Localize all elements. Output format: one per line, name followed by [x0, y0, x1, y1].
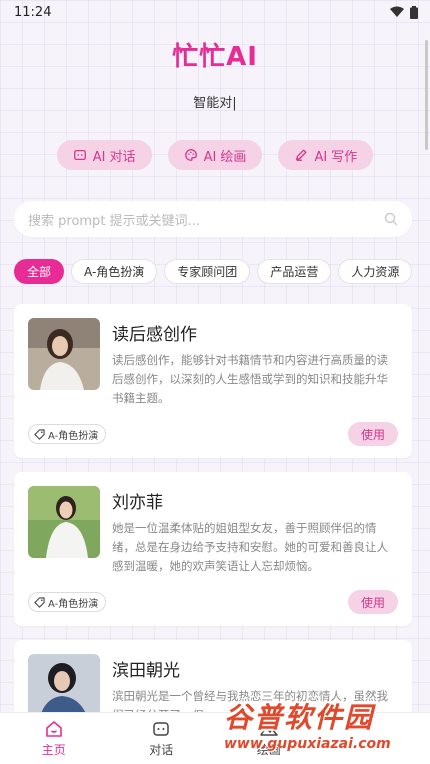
card-description: 读后感创作，能够针对书籍情节和内容进行高质量的读后感创作，以深刻的人生感悟或学到… [112, 353, 388, 405]
status-time: 11:24 [14, 4, 52, 20]
search-icon[interactable] [384, 212, 398, 226]
card-avatar [28, 486, 100, 558]
scrollbar[interactable] [425, 40, 428, 150]
ai-chat-label: AI 对话 [92, 149, 136, 165]
card-title: 读后感创作 [112, 325, 197, 345]
home-icon [45, 720, 62, 737]
chip-hr[interactable]: 人力资源 [338, 259, 413, 284]
card-tag-label: A-角色扮演 [48, 430, 99, 442]
chat-bubble-icon [153, 721, 169, 736]
card-tag: A-角色扮演 [28, 424, 107, 444]
card-tag-label: A-角色扮演 [48, 598, 99, 610]
tag-icon [34, 428, 45, 440]
card-description: 她是一位温柔体贴的姐姐型女友，善于照顾伴侣的情绪，总是在身边给予支持和安慰。她的… [112, 521, 388, 573]
search-placeholder: 搜索 prompt 提示或关键词... [28, 213, 200, 229]
prompt-card-list: 读后感创作 读后感创作，能够针对书籍情节和内容进行高质量的读后感创作，以深刻的人… [0, 304, 430, 764]
card-tag: A-角色扮演 [28, 592, 107, 612]
ai-draw-button[interactable]: AI 绘画 [167, 140, 263, 170]
pen-icon [296, 149, 307, 161]
prompt-card[interactable]: 刘亦菲 她是一位温柔体贴的姐姐型女友，善于照顾伴侣的情绪，总是在身边给予支持和安… [14, 472, 412, 626]
chat-icon [73, 149, 86, 161]
status-bar: 11:24 [0, 0, 430, 24]
wifi-icon [390, 6, 404, 17]
chip-all[interactable]: 全部 [14, 259, 65, 284]
typing-subtitle: 智能对| [193, 96, 237, 111]
mode-buttons: AI 对话 AI 绘画 AI 写作 [0, 140, 430, 170]
battery-icon [410, 5, 418, 19]
chip-expert-panel[interactable]: 专家顾问团 [164, 259, 251, 284]
nav-home-label: 主页 [41, 742, 66, 757]
card-title: 刘亦菲 [112, 493, 163, 513]
ai-chat-button[interactable]: AI 对话 [56, 140, 152, 170]
chip-roleplay[interactable]: A-角色扮演 [71, 259, 158, 284]
tag-icon [34, 596, 45, 608]
card-avatar [28, 318, 100, 390]
ai-write-button[interactable]: AI 写作 [278, 140, 374, 170]
watermark-main: 谷普软件园 [224, 701, 375, 734]
card-title: 滨田朝光 [112, 661, 180, 681]
search-input[interactable]: 搜索 prompt 提示或关键词... [14, 201, 412, 237]
prompt-card[interactable]: 读后感创作 读后感创作，能够针对书籍情节和内容进行高质量的读后感创作，以深刻的人… [14, 304, 412, 458]
app-title: 忙忙AI [172, 42, 258, 72]
chip-product-ops[interactable]: 产品运营 [257, 259, 332, 284]
nav-chat-label: 对话 [149, 742, 174, 757]
use-button[interactable]: 使用 [348, 590, 398, 614]
ai-write-label: AI 写作 [314, 149, 358, 165]
palette-icon [184, 149, 197, 161]
nav-chat[interactable]: 对话 [108, 713, 216, 764]
status-icons [390, 5, 418, 19]
ai-draw-label: AI 绘画 [203, 149, 247, 165]
use-button[interactable]: 使用 [348, 422, 398, 446]
watermark-logo: 谷普软件园 www.gupuxiazai.com [224, 696, 424, 752]
nav-home[interactable]: 主页 [0, 713, 108, 764]
watermark-url: www.gupuxiazai.com [224, 736, 391, 752]
category-chips: 全部 A-角色扮演 专家顾问团 产品运营 人力资源 [0, 259, 430, 284]
